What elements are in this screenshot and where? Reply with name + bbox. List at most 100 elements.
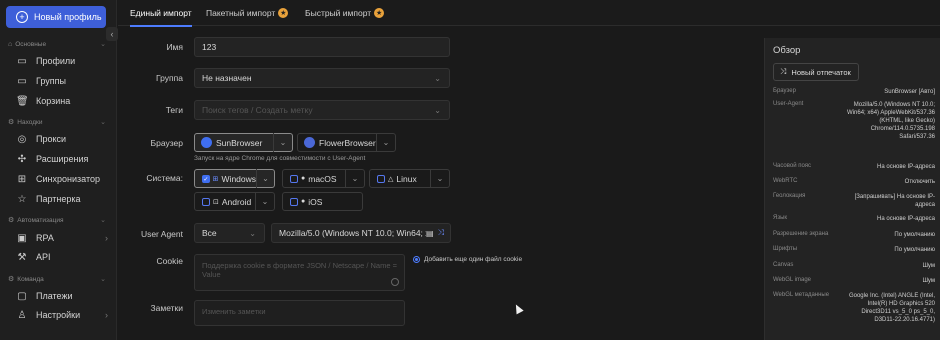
sidebar-item-label: Платежи — [36, 291, 73, 301]
cookie-textarea[interactable]: Поддержка cookie в формате JSON / Netsca… — [194, 254, 405, 291]
row-value: Mozilla/5.0 (Windows NT 10.0; Win64; x64… — [847, 102, 935, 140]
sidebar-item-rpa[interactable]: ▣ RPA › — [16, 230, 108, 246]
copy-icon[interactable]: ▤ — [426, 229, 434, 238]
chevron-down-icon: ⌄ — [100, 217, 106, 224]
checkbox-icon — [377, 174, 385, 183]
tags-label: Теги — [165, 105, 183, 115]
collapse-sidebar-button[interactable]: ‹ — [106, 27, 118, 41]
system-option-macos[interactable]: ● macOS ⌄ — [282, 169, 365, 188]
row-value: Google Inc. (Intel) ANGLE (Intel, Intel(… — [848, 293, 935, 323]
chevron-down-icon: ⌄ — [382, 138, 390, 147]
browser-label: Браузер — [150, 138, 183, 148]
sidebar-item-label: Профили — [36, 56, 76, 66]
new-fingerprint-button[interactable]: ⤨ Новый отпечаток — [773, 63, 859, 81]
pro-badge-icon: ★ — [278, 8, 289, 18]
system-option-label: Linux — [396, 173, 417, 184]
api-icon: ⚒ — [17, 251, 27, 263]
notes-textarea[interactable]: Изменить заметки — [194, 300, 405, 326]
sidebar-item-trash[interactable]: 🗑 Корзина — [16, 93, 108, 109]
sidebar-item-sync[interactable]: ⊞ Синхронизатор — [16, 171, 108, 187]
system-option-label: iOS — [308, 196, 323, 207]
plus-icon: + — [16, 11, 28, 23]
android-icon: ⊡ — [213, 198, 219, 206]
tab-batch-import[interactable]: Пакетный импорт ★ — [206, 0, 289, 26]
sidebar-item-partner[interactable]: ☆ Партнерка — [16, 191, 108, 207]
ios-icon: ● — [301, 198, 306, 205]
section-finds[interactable]: ⚙ Находки ⌄ — [8, 118, 106, 127]
overview-panel: Обзор ⤨ Новый отпечаток Браузер SunBrows… — [764, 38, 940, 340]
sidebar: + Новый профиль ⌂ Основные ⌄ ▭ Профили ▭… — [0, 0, 117, 340]
row-key: Геолокация — [773, 193, 806, 199]
pro-badge-icon: ★ — [374, 8, 385, 18]
group-select[interactable]: Не назначен ⌄ — [194, 68, 450, 88]
sidebar-item-api[interactable]: ⚒ API — [16, 249, 108, 265]
browser-option-label: SunBrowser — [216, 137, 263, 148]
name-input[interactable]: 123 — [194, 37, 450, 57]
sidebar-item-label: Корзина — [36, 96, 71, 106]
rpa-icon: ▣ — [17, 232, 27, 244]
ua-mode-select[interactable]: Все ⌄ — [194, 223, 265, 243]
section-title: Команда — [17, 275, 44, 283]
name-value: 123 — [202, 42, 217, 52]
sidebar-item-settings[interactable]: ♙ Настройки › — [16, 307, 108, 323]
shuffle-icon[interactable]: ⤨ — [438, 228, 444, 238]
sync-icon: ⊞ — [17, 173, 27, 185]
folder-icon: ▭ — [17, 55, 27, 67]
chevron-down-icon: ⌄ — [100, 276, 106, 283]
ua-label: User Agent — [140, 229, 183, 239]
chevron-down-icon: ⌄ — [100, 41, 106, 48]
puzzle-icon: ✣ — [17, 153, 27, 165]
section-team[interactable]: ⚙ Команда ⌄ — [8, 275, 106, 284]
section-automation[interactable]: ⚙ Автоматизация ⌄ — [8, 216, 106, 225]
sidebar-item-label: Группы — [36, 76, 66, 86]
sidebar-item-proxy[interactable]: ◎ Прокси — [16, 131, 108, 147]
windows-icon: ⊞ — [212, 175, 219, 183]
row-value: На основе IP-адреса — [877, 164, 935, 170]
section-main[interactable]: ⌂ Основные ⌄ — [8, 40, 106, 49]
sidebar-item-label: Расширения — [36, 154, 89, 164]
import-tabs: Единый импорт Пакетный импорт ★ Быстрый … — [118, 0, 940, 27]
tags-input[interactable]: Поиск тегов / Создать метку ⌄ — [194, 100, 450, 120]
row-key: Часовой пояс — [773, 163, 812, 169]
row-key: WebRTC — [773, 178, 798, 184]
sidebar-item-profiles[interactable]: ▭ Профили — [16, 53, 108, 69]
shuffle-icon: ⤨ — [780, 67, 787, 76]
checkbox-checked-icon: ✓ — [202, 174, 210, 183]
section-title: Автоматизация — [17, 216, 64, 224]
tab-quick-import[interactable]: Быстрый импорт ★ — [305, 0, 385, 26]
system-option-android[interactable]: ⊡ Android ⌄ — [194, 192, 275, 211]
browser-option-sunbrowser[interactable]: SunBrowser ⌄ — [194, 133, 293, 152]
chevron-down-icon: ⌄ — [351, 174, 359, 183]
system-option-label: Windows — [221, 173, 257, 184]
row-key: Браузер — [773, 88, 796, 94]
notes-placeholder: Изменить заметки — [202, 307, 266, 316]
add-cookie-file-option[interactable]: Добавить еще один файл cookie — [413, 256, 522, 263]
browser-hint: Запуск на ядре Chrome для совместимости … — [194, 155, 366, 162]
new-profile-button[interactable]: + Новый профиль — [6, 6, 106, 28]
tab-single-import[interactable]: Единый импорт — [130, 0, 192, 27]
gear-icon: ⚙ — [8, 217, 15, 224]
system-option-linux[interactable]: △ Linux ⌄ — [369, 169, 450, 188]
sidebar-item-extensions[interactable]: ✣ Расширения — [16, 151, 108, 167]
system-option-ios[interactable]: ● iOS — [282, 192, 363, 211]
system-option-windows[interactable]: ✓ ⊞ Windows ⌄ — [194, 169, 275, 188]
browser-option-label: FlowerBrowser — [319, 137, 376, 148]
notes-label: Заметки — [150, 303, 183, 313]
sidebar-item-label: API — [36, 252, 51, 262]
chevron-right-icon: › — [105, 310, 108, 320]
row-value: [Запрашивать] На основе IP-адреса — [854, 194, 935, 208]
browser-option-flowerbrowser[interactable]: FlowerBrowser ⌄ — [297, 133, 396, 152]
tab-label: Единый импорт — [130, 8, 192, 18]
sidebar-item-groups[interactable]: ▭ Группы — [16, 73, 108, 89]
ua-input[interactable]: Mozilla/5.0 (Windows NT 10.0; Win64; x..… — [271, 223, 451, 243]
chevron-down-icon: ⌄ — [100, 119, 106, 126]
system-option-label: Android — [221, 196, 252, 207]
help-icon[interactable] — [391, 278, 399, 286]
system-option-label: macOS — [308, 173, 337, 184]
sidebar-item-payments[interactable]: ▢ Платежи — [16, 288, 108, 304]
section-title: Основные — [15, 40, 47, 48]
row-key: WebGL image — [773, 277, 812, 283]
apple-icon: ● — [301, 175, 306, 182]
checkbox-icon — [290, 174, 298, 183]
chevron-down-icon: ⌄ — [434, 105, 441, 115]
